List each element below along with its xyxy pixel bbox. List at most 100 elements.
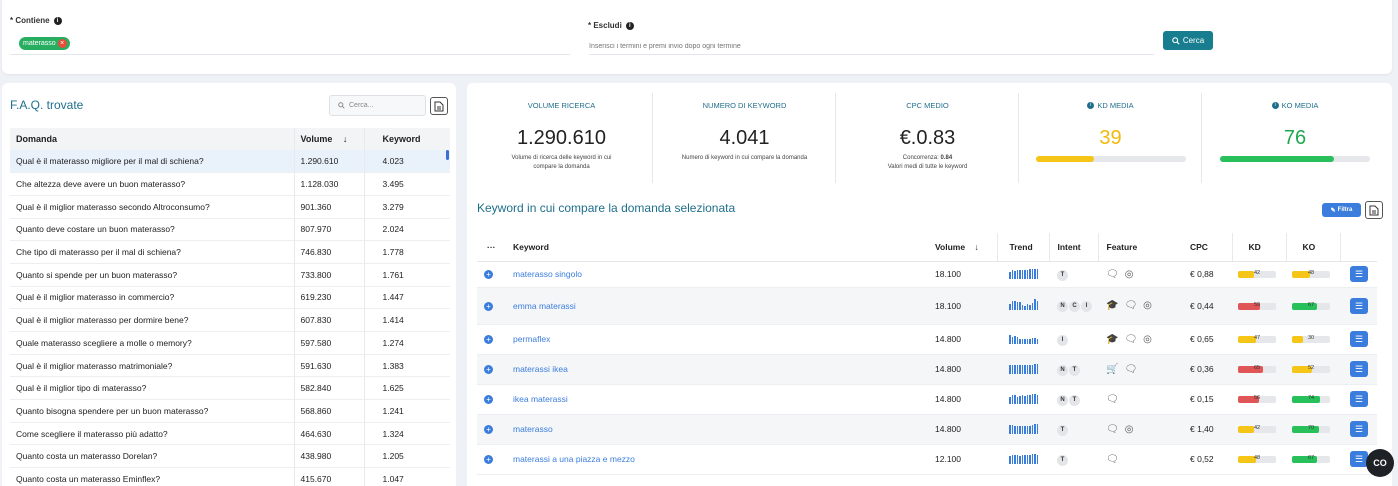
faq-question: Che altezza deve avere un buon materasso… [10,172,294,196]
keyword-link[interactable]: permaflex [513,334,550,344]
table-row[interactable]: + materassi a una piazza e mezzo 12.100 T 🗨 €… [477,444,1377,475]
menu-icon[interactable]: ☰ [1350,421,1368,437]
ko-mini-value: 70 [1307,425,1315,432]
escludi-label: * Escludi i [588,21,634,30]
table-row[interactable]: Quanto costa un materasso Eminflex? 415.6… [10,467,450,486]
header-keyword[interactable]: Keyword [363,128,450,150]
export-button[interactable] [1365,201,1383,219]
keyword-link[interactable]: materasso singolo [513,269,582,279]
info-icon[interactable]: i [625,21,634,30]
table-row[interactable]: Qual è il materasso migliore per il mal … [10,150,450,174]
intent-badge: C [1069,301,1080,312]
table-row[interactable]: Qual è il miglior materasso secondo Altr… [10,195,450,219]
header-trend[interactable]: Trend [996,233,1049,262]
header-volume[interactable]: Volume ↓ [935,233,997,262]
faq-keyword-count: 3.279 [363,195,450,219]
table-row[interactable]: Come scegliere il materasso più adatto? 4… [10,422,450,446]
keyword-link[interactable]: materassi ikea [513,364,568,374]
kd-cell: 42 [1232,414,1286,445]
keyword-link[interactable]: ikea materassi [513,394,568,404]
header-intent[interactable]: Intent [1048,233,1098,262]
table-row[interactable]: + emma materassi 18.100 N C I 🎓 🗨 ◎ € 0,44 59 67 ☰ [477,287,1377,325]
table-row[interactable]: + materassi ikea 14.800 N T 🛒 🗨 € 0,36 65 52 ☰ [477,354,1377,385]
export-button[interactable] [430,97,448,115]
faq-volume: 619.230 [293,286,364,310]
header-keyword[interactable]: Keyword [505,233,935,262]
cpc-value: € 0,15 [1184,384,1232,415]
table-row[interactable]: Che tipo di materasso per il mal di schi… [10,240,450,264]
cpc-value: € 0,44 [1184,287,1232,325]
stat-cpc-value: €.0.83 [899,127,956,149]
scrollbar[interactable] [446,150,449,160]
keyword-volume: 18.100 [935,287,997,325]
header-volume[interactable]: Volume ↓ [293,128,364,150]
header-domanda[interactable]: Domanda [10,128,294,150]
escludi-input[interactable] [589,39,1154,55]
header-volume-label: Volume [935,241,966,252]
table-row[interactable]: + materasso 14.800 T 🗨 ◎ € 1,40 42 70 ☰ [477,414,1377,445]
kd-cell: 56 [1232,384,1286,415]
keyword-link[interactable]: emma materassi [513,301,576,311]
contiene-tag[interactable]: materasso × [19,37,70,50]
cpc-value: € 0,36 [1184,354,1232,385]
row-expand: + [477,287,505,325]
plus-icon[interactable]: + [484,395,493,404]
row-actions-header[interactable]: ··· [477,233,505,262]
faq-search-input[interactable]: Cerca... [329,95,426,116]
chat-button[interactable]: CO [1366,449,1394,477]
plus-icon[interactable]: + [484,335,493,344]
menu-icon[interactable]: ☰ [1350,297,1368,314]
table-row[interactable]: Che altezza deve avere un buon materasso… [10,172,450,196]
table-row[interactable]: Quale materasso scegliere a molle o memo… [10,331,450,355]
plus-icon[interactable]: + [484,301,493,311]
actions-cell: ☰ [1340,287,1377,325]
table-row[interactable]: + permaflex 14.800 I 🎓 🗨 ◎ € 0,65 47 30 ☰ [477,324,1377,355]
table-row[interactable]: Qual è il miglior materasso in commercio… [10,286,450,310]
info-icon[interactable]: i [1087,102,1095,109]
kd-mini-bar: 42 [1238,270,1276,279]
table-row[interactable]: Quanto si spende per un buon materasso? 7… [10,263,450,287]
stat-kd-head-label: KD MEDIA [1097,101,1134,110]
table-row[interactable]: Quanto bisogna spendere per un buon mate… [10,399,450,423]
table-row[interactable]: Quanto deve costare un buon materasso? 80… [10,218,450,242]
trend-sparkline [1009,363,1038,374]
info-icon[interactable]: i [1271,102,1279,109]
filter-button[interactable]: ✎ Filtra [1322,203,1361,217]
header-cpc[interactable]: CPC [1184,233,1232,262]
table-row[interactable]: Qual è il miglior materasso per dormire … [10,308,450,332]
plus-icon[interactable]: + [484,365,493,374]
contiene-tag-text: materasso [23,40,56,47]
keyword-link[interactable]: materassi a una piazza e mezzo [513,454,635,464]
plus-icon[interactable]: + [484,270,493,279]
ko-cell: 30 [1286,324,1340,355]
header-kd[interactable]: KD [1231,233,1286,262]
sort-arrow-icon[interactable]: ↓ [974,242,978,252]
plus-icon[interactable]: + [484,455,493,464]
table-row[interactable]: + materasso singolo 18.100 T 🗨 ◎ € 0,88 42 48 ☰ [477,261,1377,288]
table-row[interactable]: + ikea materassi 14.800 N T 🗨 € 0,15 56 74 ☰ [477,384,1377,415]
search-button[interactable]: Cerca [1163,31,1213,50]
row-expand: + [477,261,505,288]
table-row[interactable]: Quanto costa un materasso Dorelan? 438.98… [10,444,450,469]
faq-search-placeholder: Cerca... [349,102,374,109]
keyword-link[interactable]: materasso [513,424,553,434]
menu-icon[interactable]: ☰ [1350,391,1368,407]
ko-mini-value: 74 [1307,395,1315,402]
feature-cell: 🗨 ◎ [1098,261,1184,288]
sort-arrow-icon[interactable]: ↓ [343,134,348,144]
trend-sparkline [1009,268,1038,279]
header-ko[interactable]: KO [1285,233,1340,262]
faq-volume: 1.128.030 [293,172,364,196]
table-row[interactable]: Qual è il miglior tipo di materasso? 582.… [10,376,450,401]
menu-icon[interactable]: ☰ [1350,331,1368,347]
table-row[interactable]: Qual è il miglior materasso matrimoniale… [10,354,450,378]
intent-cell: NCI [1049,287,1098,325]
keyword-cell: emma materassi [505,287,935,325]
header-feature[interactable]: Feature [1097,233,1184,262]
menu-icon[interactable]: ☰ [1350,266,1368,282]
contiene-input[interactable] [10,54,570,55]
plus-icon[interactable]: + [484,425,493,434]
remove-tag-icon[interactable]: × [57,39,67,48]
menu-icon[interactable]: ☰ [1350,361,1368,377]
info-icon[interactable]: i [53,16,62,25]
